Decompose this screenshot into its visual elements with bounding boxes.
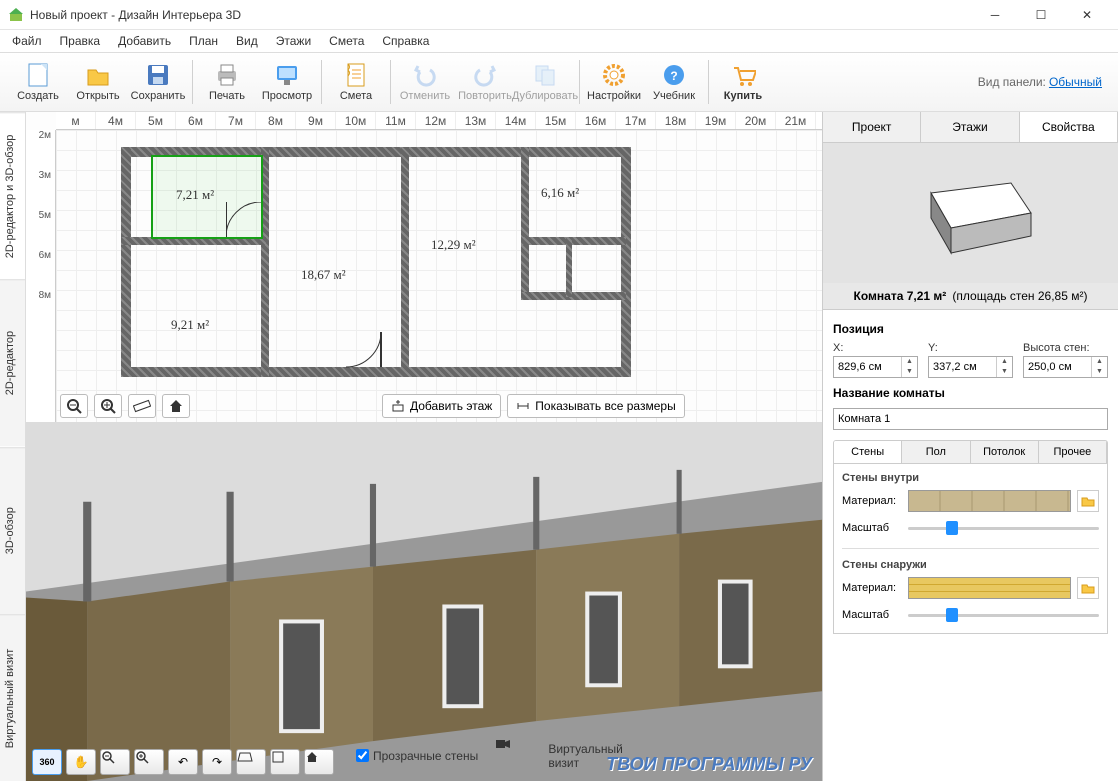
wall-height-input[interactable]: ▲▼ bbox=[1023, 356, 1108, 378]
pos-x-input[interactable]: ▲▼ bbox=[833, 356, 918, 378]
menu-view[interactable]: Вид bbox=[228, 32, 266, 50]
room-area-1: 7,21 м² bbox=[176, 187, 214, 203]
outside-material-browse[interactable] bbox=[1077, 577, 1099, 599]
virtual-visit-checkbox[interactable]: Виртуальный визит bbox=[496, 739, 623, 773]
position-heading: Позиция bbox=[833, 322, 1108, 336]
maximize-button[interactable]: ☐ bbox=[1018, 0, 1064, 30]
open-button[interactable]: Открыть bbox=[68, 54, 128, 110]
zoom-in-button[interactable] bbox=[94, 394, 122, 418]
subtab-walls[interactable]: Стены bbox=[834, 441, 902, 463]
panel-mode-link[interactable]: Обычный bbox=[1049, 75, 1102, 89]
vtab-2d-3d[interactable]: 2D-редактор и 3D-обзор bbox=[0, 112, 25, 279]
menubar: Файл Правка Добавить План Вид Этажи Смет… bbox=[0, 30, 1118, 52]
vtab-3d[interactable]: 3D-обзор bbox=[0, 447, 25, 614]
menu-edit[interactable]: Правка bbox=[52, 32, 109, 50]
room-name-heading: Название комнаты bbox=[833, 386, 1108, 400]
walls-outside-heading: Стены снаружи bbox=[842, 559, 1099, 571]
inside-material-browse[interactable] bbox=[1077, 490, 1099, 512]
orbit-button[interactable]: 360 bbox=[32, 749, 62, 775]
ruler-horizontal: м4м5м6м7м8м9м10м11м12м13м14м15м16м17м18м… bbox=[56, 112, 822, 130]
walls-inside-heading: Стены внутри bbox=[842, 472, 1099, 484]
measure-button[interactable] bbox=[128, 394, 156, 418]
room-info: Комната 7,21 м² (площадь стен 26,85 м²) bbox=[823, 283, 1118, 310]
room-area-3: 12,29 м² bbox=[431, 237, 476, 253]
tab-properties[interactable]: Свойства bbox=[1020, 112, 1118, 142]
camera-icon bbox=[496, 739, 544, 773]
save-button[interactable]: Сохранить bbox=[128, 54, 188, 110]
zoom-out-3d-button[interactable] bbox=[100, 749, 130, 775]
transparent-walls-checkbox[interactable]: Прозрачные стены bbox=[356, 749, 478, 763]
preview-3d-view[interactable]: 360 ✋ ↶ ↷ Прозрачные стены Виртуальный в… bbox=[26, 422, 822, 781]
room-3d-preview bbox=[823, 143, 1118, 283]
inside-scale-slider[interactable] bbox=[908, 518, 1099, 538]
menu-estimate[interactable]: Смета bbox=[321, 32, 372, 50]
rotate-right-button[interactable]: ↷ bbox=[202, 749, 232, 775]
view-tabs: 2D-редактор и 3D-обзор 2D-редактор 3D-об… bbox=[0, 112, 26, 781]
print-button[interactable]: Печать bbox=[197, 54, 257, 110]
menu-floors[interactable]: Этажи bbox=[268, 32, 319, 50]
app-icon bbox=[8, 7, 24, 23]
toolbar: Создать Открыть Сохранить Печать Просмот… bbox=[0, 52, 1118, 112]
room-name-input[interactable] bbox=[833, 408, 1108, 430]
vtab-virtual[interactable]: Виртуальный визит bbox=[0, 614, 25, 781]
buy-button[interactable]: Купить bbox=[713, 54, 773, 110]
plan-2d-view[interactable]: м4м5м6м7м8м9м10м11м12м13м14м15м16м17м18м… bbox=[26, 112, 822, 422]
titlebar: Новый проект - Дизайн Интерьера 3D ─ ☐ ✕ bbox=[0, 0, 1118, 30]
settings-button[interactable]: Настройки bbox=[584, 54, 644, 110]
subtab-floor[interactable]: Пол bbox=[902, 441, 970, 463]
room-area-5: 9,21 м² bbox=[171, 317, 209, 333]
window-title: Новый проект - Дизайн Интерьера 3D bbox=[30, 8, 972, 22]
redo-button[interactable]: Повторить bbox=[455, 54, 515, 110]
floorplan[interactable]: 7,21 м² 6,16 м² 12,29 м² 18,67 м² 9,21 м… bbox=[121, 147, 631, 377]
subtab-other[interactable]: Прочее bbox=[1039, 441, 1107, 463]
folder-icon bbox=[1081, 495, 1095, 507]
inside-material-swatch[interactable] bbox=[908, 490, 1071, 512]
folder-icon bbox=[1081, 582, 1095, 594]
ruler-vertical: 2м3м5м6м8м bbox=[26, 130, 56, 422]
panel-mode-label: Вид панели: Обычный bbox=[978, 75, 1102, 89]
preview-button[interactable]: Просмотр bbox=[257, 54, 317, 110]
close-button[interactable]: ✕ bbox=[1064, 0, 1110, 30]
vtab-2d[interactable]: 2D-редактор bbox=[0, 279, 25, 446]
view3d-options: Прозрачные стены Виртуальный визит bbox=[356, 739, 623, 773]
home-3d-button[interactable] bbox=[304, 749, 334, 775]
outside-scale-slider[interactable] bbox=[908, 605, 1099, 625]
watermark: ТВОИ ПРОГРАММЫ РУ bbox=[606, 754, 812, 775]
zoom-out-button[interactable] bbox=[60, 394, 88, 418]
duplicate-button[interactable]: Дублировать bbox=[515, 54, 575, 110]
minimize-button[interactable]: ─ bbox=[972, 0, 1018, 30]
menu-file[interactable]: Файл bbox=[4, 32, 50, 50]
svg-text:?: ? bbox=[670, 69, 677, 83]
tutorial-button[interactable]: ?Учебник bbox=[644, 54, 704, 110]
zoom-in-3d-button[interactable] bbox=[134, 749, 164, 775]
view-default-button[interactable] bbox=[236, 749, 266, 775]
pan-button[interactable]: ✋ bbox=[66, 749, 96, 775]
tab-project[interactable]: Проект bbox=[823, 112, 921, 142]
estimate-button[interactable]: Смета bbox=[326, 54, 386, 110]
add-floor-button[interactable]: Добавить этаж bbox=[382, 394, 501, 418]
menu-plan[interactable]: План bbox=[181, 32, 226, 50]
room-area-4: 18,67 м² bbox=[301, 267, 346, 283]
subtab-ceiling[interactable]: Потолок bbox=[971, 441, 1039, 463]
home-button[interactable] bbox=[162, 394, 190, 418]
undo-button[interactable]: Отменить bbox=[395, 54, 455, 110]
menu-help[interactable]: Справка bbox=[374, 32, 437, 50]
rotate-left-button[interactable]: ↶ bbox=[168, 749, 198, 775]
room-area-2: 6,16 м² bbox=[541, 185, 579, 201]
sidebar: Проект Этажи Свойства Комната 7,21 м² (п… bbox=[822, 112, 1118, 781]
show-dimensions-button[interactable]: Показывать все размеры bbox=[507, 394, 684, 418]
plan-toolbar: Добавить этаж Показывать все размеры bbox=[60, 394, 685, 418]
tab-floors[interactable]: Этажи bbox=[921, 112, 1019, 142]
create-button[interactable]: Создать bbox=[8, 54, 68, 110]
view3d-toolbar: 360 ✋ ↶ ↷ bbox=[32, 749, 334, 775]
fit-button[interactable] bbox=[270, 749, 300, 775]
outside-material-swatch[interactable] bbox=[908, 577, 1071, 599]
pos-y-input[interactable]: ▲▼ bbox=[928, 356, 1013, 378]
menu-add[interactable]: Добавить bbox=[110, 32, 179, 50]
